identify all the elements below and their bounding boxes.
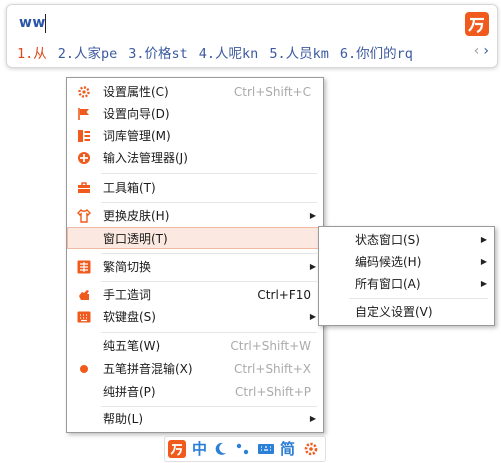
text-caret [45, 14, 46, 33]
menu-item-pure-wubi[interactable]: 纯五笔(W) Ctrl+Shift+W [67, 335, 323, 357]
submenu-arrow-icon: ▶ [309, 312, 316, 321]
dot-icon [77, 362, 91, 376]
dictionary-icon [77, 129, 91, 143]
candidate-item[interactable]: 4.人呢kn [199, 46, 259, 62]
manager-icon [77, 151, 91, 165]
moon-icon[interactable] [213, 440, 229, 458]
menu-item-settings[interactable]: 设置属性(C) Ctrl+Shift+C [67, 81, 323, 103]
candidate-item[interactable]: 2.人家pe [58, 46, 118, 62]
candidate-item[interactable]: 6.你们的rq [340, 46, 413, 62]
ime-status-bar: 中 简 [164, 436, 326, 462]
menu-item-toolbox[interactable]: 工具箱(T) [67, 177, 323, 199]
composition-input: ww [19, 15, 46, 31]
chinese-mode-toggle[interactable]: 中 [192, 440, 207, 458]
soft-keyboard-icon [77, 310, 91, 324]
flag-icon [77, 107, 91, 121]
transparency-submenu: 状态窗口(S) ▶ 编码候选(H) ▶ 所有窗口(A) ▶ 自定义设置(V) [318, 226, 495, 326]
menu-item-help[interactable]: 帮助(L) ▶ [67, 408, 323, 430]
submenu-item-code-candidates[interactable]: 编码候选(H) ▶ [319, 251, 494, 273]
submenu-arrow-icon: ▶ [309, 211, 316, 220]
keyboard-icon[interactable] [257, 440, 275, 458]
context-menu: 设置属性(C) Ctrl+Shift+C 设置向导(D) 词库管理(M) 输入法… [66, 77, 324, 433]
menu-item-dictionary[interactable]: 词库管理(M) [67, 125, 323, 147]
ime-logo-icon[interactable] [465, 12, 489, 36]
candidate-item[interactable]: 3.价格st [128, 46, 188, 62]
menu-item-soft-keyboard[interactable]: 软键盘(S) ▶ [67, 306, 323, 328]
submenu-item-custom-settings[interactable]: 自定义设置(V) [319, 301, 494, 323]
menu-item-ime-manager[interactable]: 输入法管理器(J) [67, 147, 323, 169]
candidate-window: ww 1.从 2.人家pe 3.价格st 4.人呢kn 5.人员km 6.你们的rq ‹ › [6, 4, 498, 68]
hand-icon [77, 288, 91, 302]
menu-item-pure-pinyin[interactable]: 纯拼音(P) Ctrl+Shift+P [67, 381, 323, 403]
submenu-item-status-window[interactable]: 状态窗口(S) ▶ [319, 229, 494, 251]
punctuation-icon[interactable] [235, 440, 251, 458]
traditional-chinese-icon [77, 260, 91, 274]
submenu-arrow-icon: ▶ [480, 279, 487, 288]
menu-item-traditional-simplified[interactable]: 繁简切换 ▶ [67, 256, 323, 278]
submenu-arrow-icon: ▶ [480, 257, 487, 266]
gear-icon[interactable] [303, 440, 319, 458]
menu-item-wubi-pinyin-mixed[interactable]: 五笔拼音混输(X) Ctrl+Shift+X [67, 358, 323, 380]
menu-item-window-transparency[interactable]: 窗口透明(T) [67, 227, 323, 249]
gear-icon [77, 85, 91, 99]
toolbox-icon [77, 181, 91, 195]
simplified-toggle[interactable]: 简 [280, 440, 295, 458]
prev-page-icon[interactable]: ‹ [474, 43, 480, 59]
next-page-icon[interactable]: › [483, 43, 489, 59]
menu-item-setup-wizard[interactable]: 设置向导(D) [67, 103, 323, 125]
candidate-item[interactable]: 5.人员km [269, 46, 329, 62]
submenu-arrow-icon: ▶ [480, 235, 487, 244]
submenu-arrow-icon: ▶ [309, 262, 316, 271]
ime-logo-icon[interactable] [168, 440, 186, 458]
submenu-arrow-icon: ▶ [309, 414, 316, 423]
candidate-list: 1.从 2.人家pe 3.价格st 4.人呢kn 5.人员km 6.你们的rq [17, 42, 424, 62]
submenu-item-all-windows[interactable]: 所有窗口(A) ▶ [319, 273, 494, 295]
menu-item-manual-word[interactable]: 手工造词 Ctrl+F10 [67, 284, 323, 306]
shirt-icon [77, 209, 91, 223]
candidate-item[interactable]: 1.从 [17, 46, 47, 62]
menu-item-change-skin[interactable]: 更换皮肤(H) ▶ [67, 205, 323, 227]
